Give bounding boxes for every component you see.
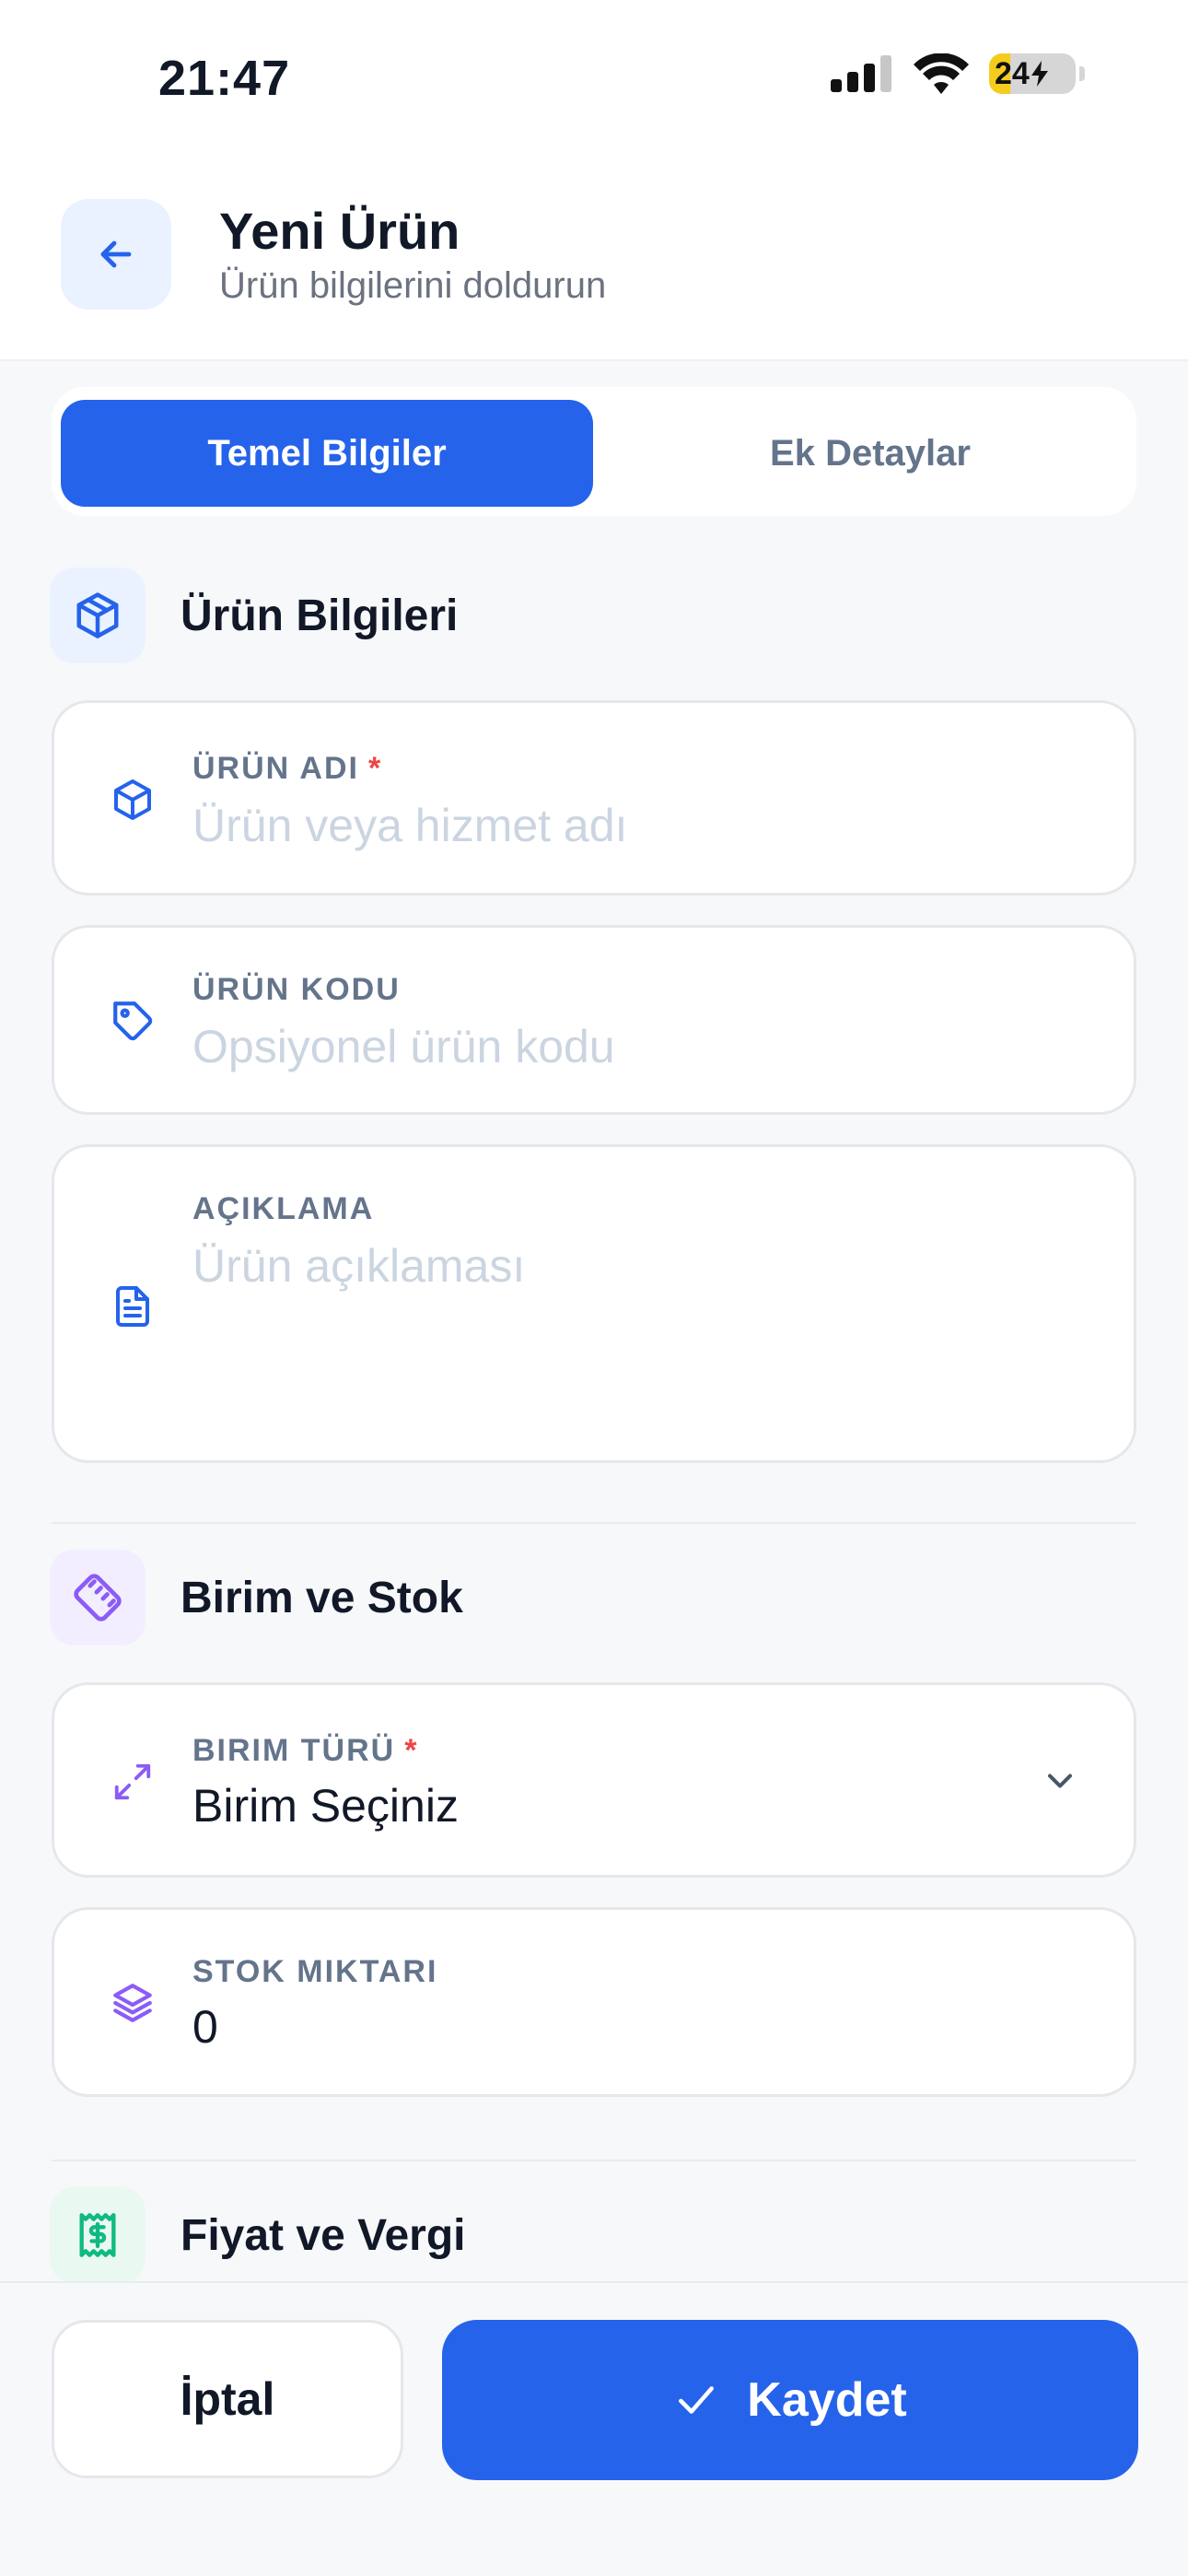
cancel-button[interactable]: İptal (52, 2320, 403, 2478)
required-asterisk: * (367, 751, 383, 786)
unit-type-select[interactable]: BIRIM TÜRÜ * Birim Seçiniz (52, 1682, 1136, 1878)
section-title: Fiyat ve Vergi (181, 2210, 466, 2260)
section-divider (52, 2160, 1136, 2161)
section-icon-box (50, 568, 146, 663)
tag-icon (113, 1001, 153, 1041)
stock-quantity-field[interactable]: STOK MIKTARI 0 (52, 1907, 1136, 2097)
battery-indicator: 24 (989, 53, 1085, 94)
section-icon-box (50, 1550, 146, 1645)
field-icon (108, 775, 157, 825)
field-label: AÇIKLAMA (192, 1191, 375, 1226)
package-icon (76, 592, 119, 638)
arrow-left-icon (100, 240, 132, 268)
product-code-input[interactable]: Opsiyonel ürün kodu (192, 1020, 615, 1073)
section-title: Ürün Bilgileri (181, 591, 459, 640)
description-field[interactable]: AÇIKLAMA Ürün açıklaması (52, 1144, 1136, 1463)
field-label: ÜRÜN ADI (192, 751, 359, 786)
field-label: STOK MIKTARI (192, 1954, 438, 1989)
required-asterisk: * (404, 1733, 419, 1768)
bottom-action-bar: İptal Kaydet (0, 2281, 1188, 2576)
field-label: ÜRÜN KODU (192, 972, 401, 1007)
section-title: Birim ve Stok (181, 1573, 463, 1622)
status-indicators: 24 (831, 53, 1085, 94)
battery-cap (1079, 66, 1085, 81)
tab-bar: Temel Bilgiler Ek Detaylar (52, 387, 1136, 516)
section-divider (52, 1522, 1136, 1524)
product-name-input[interactable]: Ürün veya hizmet adı (192, 799, 627, 852)
stock-quantity-input[interactable]: 0 (192, 2000, 218, 2054)
arrows-diagonal-icon (114, 1763, 151, 1800)
field-icon (108, 1757, 157, 1807)
layers-icon (113, 1984, 152, 2022)
tab-temel-bilgiler[interactable]: Temel Bilgiler (61, 400, 593, 507)
screen: 21:47 24 Yeni Ürün Ürün bilgilerini dold… (0, 0, 1188, 2576)
chevron-down-icon[interactable] (1040, 1761, 1080, 1801)
field-label: BIRIM TÜRÜ (192, 1733, 396, 1768)
field-icon (108, 1978, 157, 2028)
section-header-price-tax: Fiyat ve Vergi (50, 2187, 466, 2283)
cellular-signal-icon (831, 55, 891, 92)
section-header-product: Ürün Bilgileri (50, 568, 458, 663)
receipt-icon (79, 2213, 116, 2257)
field-icon (108, 996, 157, 1046)
status-time: 21:47 (158, 51, 291, 106)
tab-ek-detaylar[interactable]: Ek Detaylar (604, 400, 1136, 507)
save-button[interactable]: Kaydet (442, 2320, 1138, 2480)
ruler-icon (74, 1574, 122, 1622)
header-area: 21:47 24 Yeni Ürün Ürün bilgilerini dold… (0, 0, 1188, 361)
check-icon (679, 2386, 715, 2414)
description-textarea[interactable]: Ürün açıklaması (192, 1239, 525, 1293)
battery-body: 24 (989, 53, 1076, 94)
wifi-icon (914, 53, 969, 94)
charging-bolt-icon (1031, 61, 1048, 87)
unit-type-value: Birim Seçiniz (192, 1780, 459, 1832)
document-icon (116, 1286, 149, 1327)
section-icon-box (50, 2187, 146, 2283)
save-button-label: Kaydet (747, 2373, 907, 2427)
page-subtitle: Ürün bilgilerini doldurun (219, 265, 607, 306)
product-name-field[interactable]: ÜRÜN ADI * Ürün veya hizmet adı (52, 700, 1136, 896)
cube-icon (114, 779, 151, 820)
page-title: Yeni Ürün (219, 202, 460, 260)
section-header-unit-stock: Birim ve Stok (50, 1550, 463, 1645)
back-button[interactable] (61, 199, 171, 310)
product-code-field[interactable]: ÜRÜN KODU Opsiyonel ürün kodu (52, 925, 1136, 1115)
battery-percent: 24 (995, 55, 1030, 91)
field-icon (108, 1282, 157, 1331)
